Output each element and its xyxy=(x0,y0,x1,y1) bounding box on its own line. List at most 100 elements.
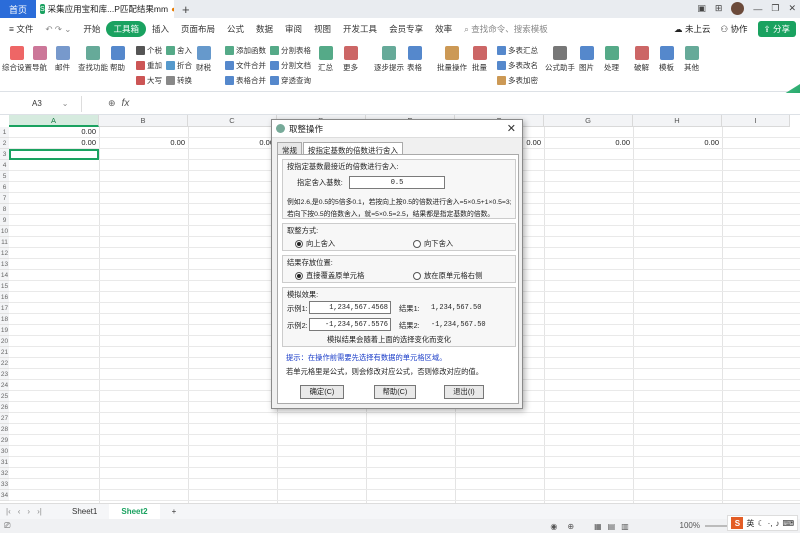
zoom-level[interactable]: 100% xyxy=(680,521,700,530)
input-icon[interactable]: ⊕ xyxy=(567,522,574,531)
zoom-icon[interactable]: ⊕ xyxy=(108,98,116,109)
convert-rate-button[interactable]: 折合 xyxy=(166,60,192,71)
row-header[interactable]: 31 xyxy=(0,457,9,468)
search-input[interactable]: ⌕ 查找命令、搜索模板 xyxy=(458,23,554,35)
avatar[interactable] xyxy=(731,2,745,15)
column-header-b[interactable]: B xyxy=(99,115,188,127)
preview-icon[interactable]: ▥ xyxy=(621,522,629,531)
table-button[interactable]: 表格 xyxy=(407,46,422,73)
add-weight-button[interactable]: 重加 xyxy=(136,60,162,71)
menu-member[interactable]: 会员专享 xyxy=(383,23,429,35)
row-header[interactable]: 15 xyxy=(0,281,9,292)
ime-lang[interactable]: 英 xyxy=(746,518,754,529)
exit-button[interactable]: 退出(I) xyxy=(444,385,484,399)
row-header[interactable]: 6 xyxy=(0,182,9,193)
radio-round-up[interactable]: 向上舍入 xyxy=(295,239,335,249)
moon-icon[interactable]: ☾ xyxy=(757,519,764,528)
close-tab-icon[interactable]: ● xyxy=(171,4,174,14)
menu-start[interactable]: 开始 xyxy=(77,23,106,35)
uppercase-button[interactable]: 大写 xyxy=(136,75,162,86)
add-function-button[interactable]: 添加函数 xyxy=(225,45,266,56)
layout-icon[interactable]: ▣ xyxy=(697,3,706,14)
row-header[interactable]: 3 xyxy=(0,149,9,160)
column-header-c[interactable]: C xyxy=(188,115,277,127)
eye-icon[interactable]: ◉ xyxy=(550,522,557,531)
table-merge-button[interactable]: 表格合并 xyxy=(225,75,266,86)
help-button[interactable]: 帮助(C) xyxy=(374,385,416,399)
tax-button[interactable]: 个税 xyxy=(136,45,162,56)
collab-button[interactable]: ⚇ 协作 xyxy=(721,23,748,35)
row-header[interactable]: 21 xyxy=(0,347,9,358)
round-button[interactable]: 舍入 xyxy=(166,45,192,56)
cell-c2[interactable]: 0.00 xyxy=(188,138,274,147)
process-button[interactable]: 处理 xyxy=(604,46,619,73)
row-header[interactable]: 34 xyxy=(0,490,9,501)
base-input[interactable]: 0.5 xyxy=(349,176,445,189)
row-header[interactable]: 8 xyxy=(0,204,9,215)
row-header[interactable]: 13 xyxy=(0,259,9,270)
row-header[interactable]: 18 xyxy=(0,314,9,325)
find-button[interactable]: 查找功能 xyxy=(78,46,108,73)
row-header[interactable]: 29 xyxy=(0,435,9,446)
cell-h2[interactable]: 0.00 xyxy=(633,138,719,147)
restore-icon[interactable]: ❐ xyxy=(771,3,779,14)
normal-view-icon[interactable]: ▦ xyxy=(594,522,602,531)
file-merge-button[interactable]: 文件合并 xyxy=(225,60,266,71)
cell-g2[interactable]: 0.00 xyxy=(544,138,630,147)
image-button[interactable]: 图片 xyxy=(579,46,594,73)
fx-icon[interactable]: fx xyxy=(122,98,130,109)
menu-data[interactable]: 数据 xyxy=(250,23,279,35)
multi-sheet-encrypt-button[interactable]: 多表加密 xyxy=(497,75,538,86)
page-view-icon[interactable]: ▤ xyxy=(608,522,616,531)
multi-sheet-summary-button[interactable]: 多表汇总 xyxy=(497,45,538,56)
more-button[interactable]: 更多 xyxy=(343,46,358,73)
row-header[interactable]: 23 xyxy=(0,369,9,380)
navigation-button[interactable]: 导航 xyxy=(32,46,47,73)
status-icon[interactable]: ⎚ xyxy=(4,521,10,531)
menu-view[interactable]: 视图 xyxy=(308,23,337,35)
general-settings-button[interactable]: 综合设置 xyxy=(2,46,32,73)
grid-icon[interactable]: ⊞ xyxy=(715,3,723,14)
cell-a1[interactable]: 0.00 xyxy=(9,127,96,136)
menu-developer[interactable]: 开发工具 xyxy=(337,23,383,35)
cloud-status[interactable]: ☁ 未上云 xyxy=(674,23,710,35)
menu-toolbox[interactable]: 工具箱 xyxy=(106,21,146,37)
prev-sheet-icon[interactable]: ‹ xyxy=(18,507,21,516)
crack-button[interactable]: 破解 xyxy=(634,46,649,73)
menu-insert[interactable]: 插入 xyxy=(146,23,175,35)
help-button[interactable]: 帮助 xyxy=(110,46,125,73)
share-button[interactable]: ⇪ 分享 xyxy=(757,21,796,37)
row-header[interactable]: 17 xyxy=(0,303,9,314)
split-table-button[interactable]: 分割表格 xyxy=(270,45,311,56)
mic-icon[interactable]: ♪ xyxy=(775,519,779,528)
summary-button[interactable]: 汇总 xyxy=(318,46,333,73)
radio-round-down[interactable]: 向下舍入 xyxy=(413,239,453,249)
document-tab[interactable]: S 采集应用宝和库...P匹配结果mm ● xyxy=(36,0,174,18)
minimize-icon[interactable]: — xyxy=(753,4,762,14)
other-button[interactable]: 其他 xyxy=(684,46,699,73)
row-header[interactable]: 7 xyxy=(0,193,9,204)
ime-toolbar[interactable]: S 英 ☾ ·, ♪ ⌨ xyxy=(727,515,798,531)
last-sheet-icon[interactable]: ›| xyxy=(37,507,42,516)
menu-page-layout[interactable]: 页面布局 xyxy=(175,23,221,35)
row-header[interactable]: 25 xyxy=(0,391,9,402)
row-header[interactable]: 22 xyxy=(0,358,9,369)
step-hint-button[interactable]: 逐步提示 xyxy=(374,46,404,73)
punct-icon[interactable]: ·, xyxy=(768,519,773,528)
drill-query-button[interactable]: 穿透查询 xyxy=(270,75,311,86)
menu-formula[interactable]: 公式 xyxy=(221,23,250,35)
row-header[interactable]: 24 xyxy=(0,380,9,391)
radio-overwrite[interactable]: 直接覆盖原单元格 xyxy=(295,271,364,281)
formula-helper-button[interactable]: 公式助手 xyxy=(545,46,575,73)
row-header[interactable]: 27 xyxy=(0,413,9,424)
transform-button[interactable]: 转换 xyxy=(166,75,192,86)
row-header[interactable]: 12 xyxy=(0,248,9,259)
next-sheet-icon[interactable]: › xyxy=(27,507,30,516)
name-box[interactable]: A3 ⌄ xyxy=(2,95,82,112)
new-tab-button[interactable]: + xyxy=(182,2,190,17)
ok-button[interactable]: 确定(C) xyxy=(300,385,344,399)
row-header[interactable]: 5 xyxy=(0,171,9,182)
undo-icon[interactable]: ↶ ↷ ⌄ xyxy=(39,24,77,35)
row-header[interactable]: 1 xyxy=(0,127,9,138)
ex1-input[interactable]: 1,234,567.4568 xyxy=(309,301,391,314)
